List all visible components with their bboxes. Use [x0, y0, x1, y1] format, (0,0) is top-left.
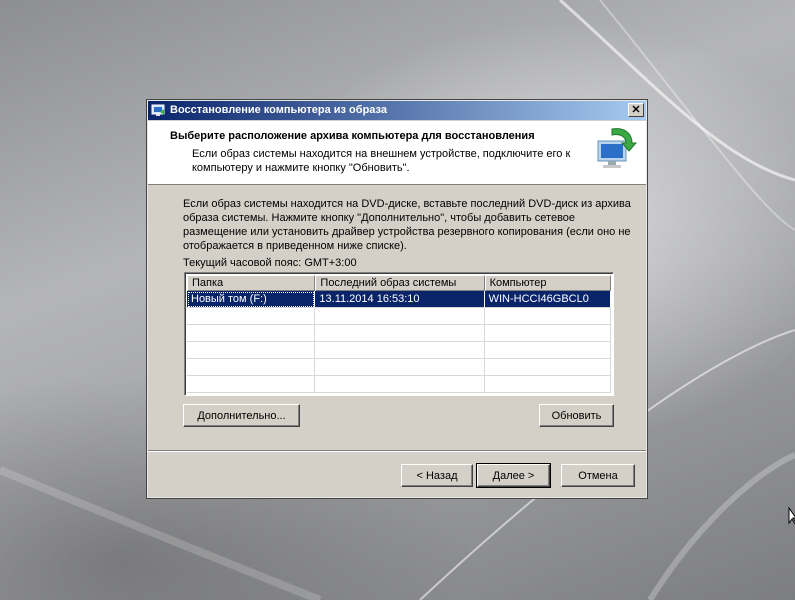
back-button[interactable]: < Назад [401, 464, 473, 487]
footer-divider [148, 450, 646, 452]
table-row [187, 342, 611, 359]
cell-computer: WIN-HCCI46GBCL0 [484, 291, 611, 308]
close-icon: ✕ [631, 104, 641, 116]
cell-computer [484, 342, 611, 359]
computer-restore-arrow-icon [597, 128, 638, 168]
list-rows: Новый том (F:) 13.11.2014 16:53:10 WIN-H… [187, 291, 611, 393]
restore-computer-icon [151, 104, 165, 116]
cell-folder [187, 359, 316, 376]
table-row [187, 359, 611, 376]
cell-folder [187, 308, 316, 325]
cell-computer [484, 325, 611, 342]
wizard-header: Выберите расположение архива компьютера … [148, 121, 646, 185]
cell-computer [484, 308, 611, 325]
cell-folder [187, 342, 316, 359]
backup-list[interactable]: Папка Последний образ системы Компьютер … [184, 272, 614, 396]
header-subtitle: Если образ системы находится на внешнем … [192, 148, 571, 174]
cell-last-image [315, 376, 485, 393]
timezone-label: Текущий часовой пояс: GMT+3:00 [183, 257, 357, 269]
advanced-button[interactable]: Дополнительно... [183, 404, 300, 427]
cell-last-image [315, 359, 485, 376]
mouse-cursor-icon [788, 507, 795, 525]
cancel-button[interactable]: Отмена [561, 464, 635, 487]
cell-last-image [315, 308, 485, 325]
cell-computer [484, 359, 611, 376]
cell-computer [484, 376, 611, 393]
restore-dialog: Восстановление компьютера из образа ✕ Вы… [146, 99, 648, 499]
cell-last-image: 13.11.2014 16:53:10 [315, 291, 485, 308]
table-row [187, 325, 611, 342]
window-title: Восстановление компьютера из образа [170, 104, 387, 116]
cell-folder [187, 325, 316, 342]
cell-folder: Новый том (F:) [187, 291, 316, 308]
cell-folder [187, 376, 316, 393]
column-header-computer[interactable]: Компьютер [484, 275, 611, 291]
cell-last-image [315, 325, 485, 342]
column-header-last-image[interactable]: Последний образ системы [315, 275, 485, 291]
next-button[interactable]: Далее > [476, 463, 551, 488]
table-row[interactable]: Новый том (F:) 13.11.2014 16:53:10 WIN-H… [187, 291, 611, 308]
table-row [187, 376, 611, 393]
column-header-folder[interactable]: Папка [187, 275, 316, 291]
header-title: Выберите расположение архива компьютера … [170, 130, 535, 142]
close-button[interactable]: ✕ [628, 103, 644, 117]
list-header: Папка Последний образ системы Компьютер [187, 275, 611, 291]
title-bar[interactable]: Восстановление компьютера из образа ✕ [148, 101, 646, 120]
cell-last-image [315, 342, 485, 359]
refresh-button[interactable]: Обновить [539, 404, 614, 427]
table-row [187, 308, 611, 325]
instructions-text: Если образ системы находится на DVD-диск… [183, 198, 631, 252]
